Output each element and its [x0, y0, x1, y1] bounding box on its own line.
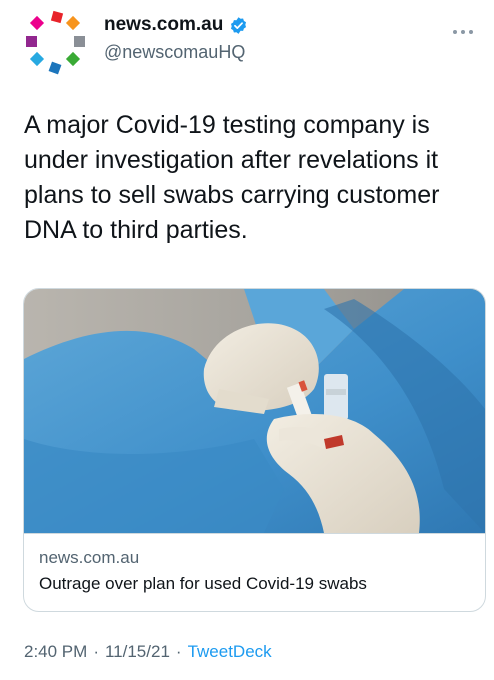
tweet-meta: 2:40 PM · 11/15/21 · TweetDeck	[24, 642, 272, 662]
tweet-header: news.com.au @newscomauHQ	[0, 0, 494, 90]
tweet-date[interactable]: 11/15/21	[105, 642, 170, 662]
verified-badge-icon	[231, 16, 247, 34]
tweet-source-link[interactable]: TweetDeck	[188, 642, 272, 662]
card-title[interactable]: Outrage over plan for used Covid-19 swab…	[39, 574, 367, 594]
link-card[interactable]: news.com.au Outrage over plan for used C…	[23, 288, 486, 612]
card-image	[24, 289, 485, 533]
tweet-time[interactable]: 2:40 PM	[24, 642, 87, 662]
avatar[interactable]	[22, 10, 90, 78]
display-name[interactable]: news.com.au	[104, 14, 223, 36]
more-icon[interactable]	[452, 22, 474, 38]
card-domain: news.com.au	[39, 548, 140, 567]
user-handle[interactable]: @newscomauHQ	[104, 42, 245, 63]
meta-separator: ·	[175, 642, 182, 661]
more-dots-icon	[453, 30, 473, 34]
user-name-row[interactable]: news.com.au	[104, 14, 248, 36]
card-body: news.com.au Outrage over plan for used C…	[24, 533, 485, 611]
meta-separator: ·	[93, 642, 99, 661]
tweet-text: A major Covid-19 testing company is unde…	[24, 111, 440, 244]
